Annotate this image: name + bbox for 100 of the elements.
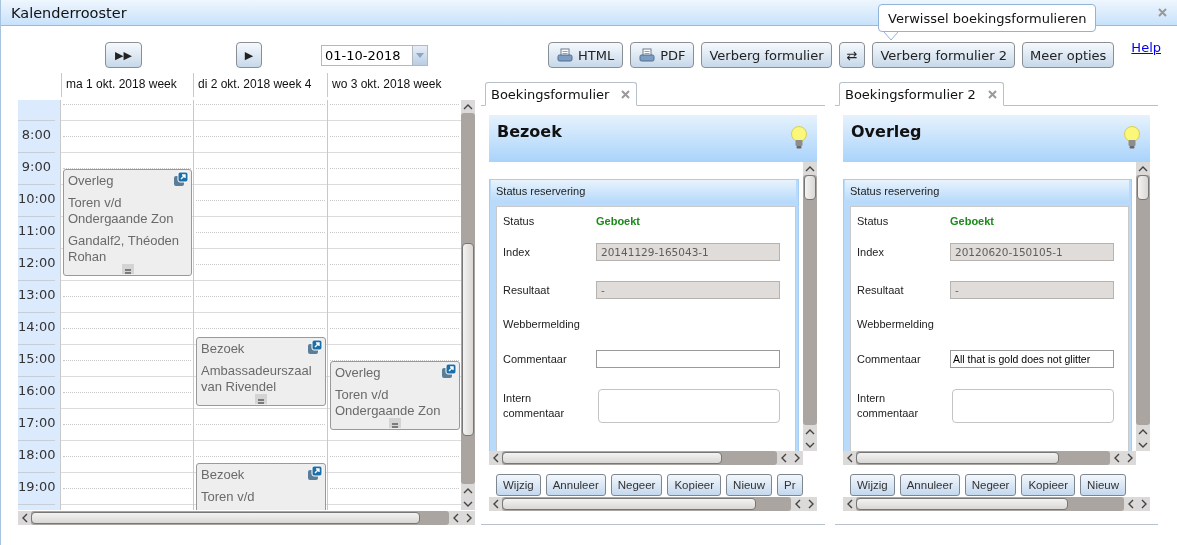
form-button[interactable]: Kopieer xyxy=(667,474,722,496)
textarea-field[interactable] xyxy=(952,389,1114,423)
popout-icon[interactable] xyxy=(173,171,189,187)
scrollbar-thumb[interactable] xyxy=(502,498,757,510)
popout-icon[interactable] xyxy=(307,339,323,355)
chevron-left-icon[interactable] xyxy=(20,513,29,523)
horizontal-scrollbar[interactable] xyxy=(18,511,475,525)
chevron-left-icon[interactable] xyxy=(793,499,802,509)
field-label: Resultaat xyxy=(857,282,905,298)
chevron-down-icon[interactable] xyxy=(805,440,815,449)
form-button[interactable]: Annuleer xyxy=(545,474,606,496)
fast-forward-button[interactable]: ▶▶ xyxy=(105,42,142,68)
toolbar-button[interactable]: Verberg formulier xyxy=(701,42,832,68)
form-title: Overleg xyxy=(851,122,922,143)
date-field[interactable]: 01-10-2018 xyxy=(321,44,412,66)
day-header: ma 1 okt. 2018 week xyxy=(61,73,193,97)
readonly-field: 20120620-150105-1 xyxy=(950,243,1114,261)
chevron-left-icon[interactable] xyxy=(491,453,500,463)
chevron-left-icon[interactable] xyxy=(1112,453,1121,463)
chevron-up-icon[interactable] xyxy=(1138,164,1148,173)
hour-label: 16:00 xyxy=(18,383,56,398)
calendar-event[interactable]: Bezoek Ambassadeurszaal van Rivendel xyxy=(196,337,326,406)
form-button[interactable]: Kopieer xyxy=(1021,474,1076,496)
field-label: Intern commentaar xyxy=(857,391,920,421)
scrollbar-thumb[interactable] xyxy=(31,512,420,524)
form-tab[interactable]: Boekingsformulier 2 xyxy=(839,82,1004,106)
textarea-field[interactable] xyxy=(598,389,780,423)
scrollbar-thumb[interactable] xyxy=(856,498,1068,510)
chevron-left-icon[interactable] xyxy=(451,513,460,523)
form-button[interactable]: Wijzig xyxy=(496,474,541,496)
chevron-left-icon[interactable] xyxy=(779,453,788,463)
chevron-up-icon[interactable] xyxy=(1138,427,1148,436)
chevron-up-icon[interactable] xyxy=(463,102,473,111)
event-title: Bezoek xyxy=(201,467,245,483)
chevron-left-icon[interactable] xyxy=(491,499,500,509)
scrollbar-thumb[interactable] xyxy=(1137,175,1149,200)
toolbar-button[interactable]: HTML xyxy=(547,42,624,68)
form-tab[interactable]: Boekingsformulier xyxy=(485,82,638,106)
chevron-left-icon[interactable] xyxy=(1126,499,1135,509)
help-link[interactable]: Help xyxy=(1131,40,1161,55)
scrollbar-thumb[interactable] xyxy=(856,452,1060,464)
chevron-right-icon[interactable] xyxy=(792,453,801,463)
hour-label: 15:00 xyxy=(18,351,56,366)
form-button[interactable]: Annuleer xyxy=(899,474,960,496)
vertical-scrollbar[interactable] xyxy=(461,100,475,510)
next-button[interactable]: ▶ xyxy=(236,42,262,68)
printer-icon xyxy=(556,47,573,63)
field-label: Commentaar xyxy=(503,351,568,367)
form-button[interactable]: Negeer xyxy=(964,474,1017,496)
input-field[interactable]: All that is gold does not glitter xyxy=(950,350,1114,368)
horizontal-scrollbar[interactable] xyxy=(489,497,817,511)
popout-icon[interactable] xyxy=(307,465,323,481)
resize-handle[interactable] xyxy=(122,264,134,274)
popout-icon[interactable] xyxy=(441,363,457,379)
toolbar-button[interactable]: PDF xyxy=(630,42,695,68)
vertical-scrollbar[interactable] xyxy=(803,162,817,451)
resize-handle[interactable] xyxy=(389,418,401,428)
hour-label: 19:00 xyxy=(18,479,56,494)
chevron-left-icon[interactable] xyxy=(845,499,854,509)
tooltip-text: Verwissel boekingsformulieren xyxy=(888,10,1087,26)
chevron-down-icon[interactable] xyxy=(1138,440,1148,449)
field-label: Commentaar xyxy=(857,351,922,367)
close-icon[interactable] xyxy=(621,89,631,99)
chevron-up-icon[interactable] xyxy=(463,486,473,495)
vertical-scrollbar[interactable] xyxy=(1136,162,1150,451)
toolbar-button[interactable]: ⇄ xyxy=(838,42,866,68)
chevron-right-icon[interactable] xyxy=(1139,499,1148,509)
resize-handle[interactable] xyxy=(255,394,267,404)
horizontal-scrollbar[interactable] xyxy=(843,451,1136,465)
field-label: Index xyxy=(857,244,885,260)
calendar-event[interactable]: Overleg Toren v/d Ondergaande Zon Gandalf2, Théoden Rohan xyxy=(63,169,192,276)
scrollbar-thumb[interactable] xyxy=(804,175,816,200)
chevron-up-icon[interactable] xyxy=(805,427,815,436)
form-button[interactable]: Nieuw xyxy=(726,474,773,496)
hour-label: 14:00 xyxy=(18,319,56,334)
form-button[interactable]: Wijzig xyxy=(850,474,895,496)
hour-label: 13:00 xyxy=(18,287,56,302)
window-title: Kalenderrooster xyxy=(11,4,127,21)
chevron-right-icon[interactable] xyxy=(806,499,815,509)
chevron-left-icon[interactable] xyxy=(845,453,854,463)
chevron-down-icon[interactable] xyxy=(463,499,473,508)
chevron-right-icon[interactable] xyxy=(464,513,473,523)
calendar-event[interactable]: Bezoek Toren v/d xyxy=(196,463,326,510)
hour-label: 17:00 xyxy=(18,415,56,430)
form-button[interactable]: Negeer xyxy=(610,474,663,496)
scrollbar-thumb[interactable] xyxy=(502,452,722,464)
chevron-right-icon[interactable] xyxy=(1125,453,1134,463)
dropdown-icon xyxy=(416,52,424,58)
toolbar-button[interactable]: Verberg formulier 2 xyxy=(872,42,1015,68)
hour-label: 10:00 xyxy=(18,191,56,206)
scrollbar-thumb[interactable] xyxy=(462,242,474,436)
horizontal-scrollbar[interactable] xyxy=(489,451,803,465)
horizontal-scrollbar[interactable] xyxy=(843,497,1150,511)
close-icon[interactable] xyxy=(987,89,997,99)
chevron-up-icon[interactable] xyxy=(805,164,815,173)
calendar-event[interactable]: Overleg Toren v/d Ondergaande Zon xyxy=(330,361,460,430)
form-button[interactable]: Pr xyxy=(777,474,803,496)
input-field[interactable] xyxy=(596,350,780,368)
toolbar-button[interactable]: Meer opties xyxy=(1022,42,1115,68)
form-button[interactable]: Nieuw xyxy=(1080,474,1127,496)
